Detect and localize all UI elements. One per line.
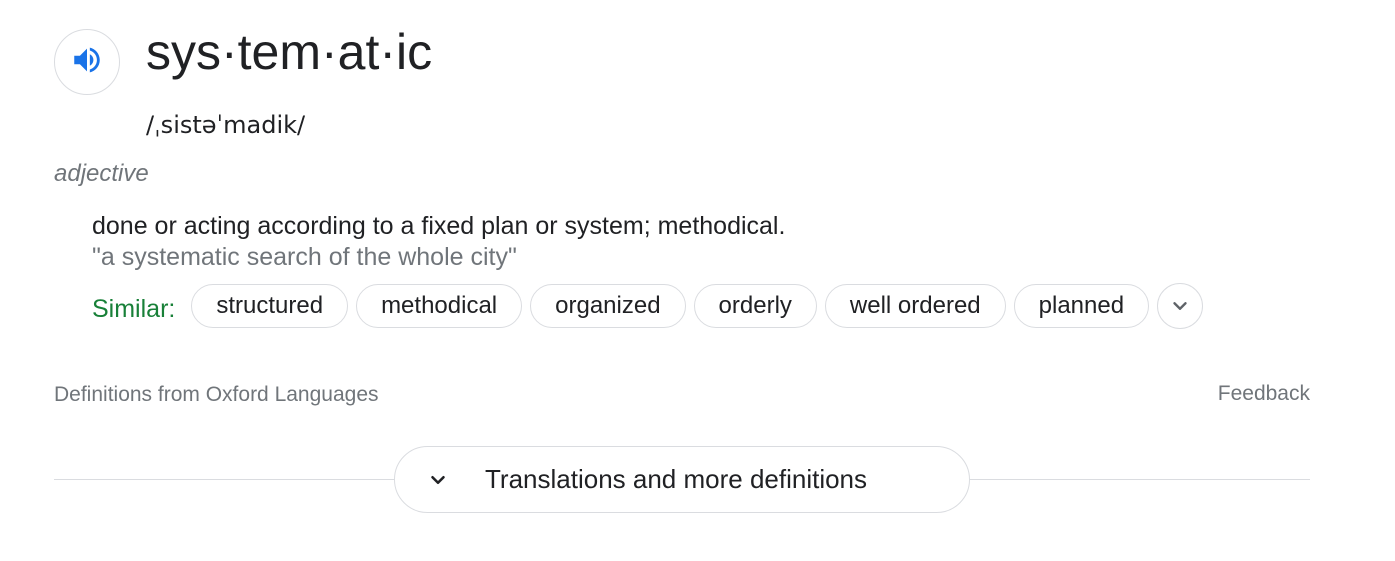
similar-chip[interactable]: structured: [191, 284, 349, 328]
similar-chip[interactable]: planned: [1013, 284, 1150, 328]
pronunciation: /ˌsistəˈmadik/: [146, 111, 306, 139]
translations-more-definitions-button[interactable]: Translations and more definitions: [394, 446, 970, 513]
definitions-source: Definitions from Oxford Languages: [54, 383, 379, 406]
similar-label: Similar:: [92, 295, 176, 323]
play-pronunciation-button[interactable]: [54, 29, 120, 95]
part-of-speech: adjective: [54, 160, 149, 187]
show-more-similar-button[interactable]: [1157, 283, 1204, 329]
chevron-down-icon: [1169, 295, 1191, 317]
similar-words-row: Similar: structured methodical organized…: [92, 283, 1204, 329]
similar-chip[interactable]: orderly: [693, 284, 817, 328]
feedback-link[interactable]: Feedback: [1218, 380, 1310, 408]
headword: sys·tem·at·ic: [146, 24, 433, 80]
similar-chip[interactable]: organized: [530, 284, 686, 328]
similar-chip[interactable]: well ordered: [824, 284, 1006, 328]
translations-button-label: Translations and more definitions: [485, 464, 868, 494]
similar-chip[interactable]: methodical: [356, 284, 523, 328]
chevron-down-icon: [427, 469, 449, 491]
speaker-icon: [70, 43, 104, 82]
definition-text: done or acting according to a fixed plan…: [92, 212, 786, 240]
example-sentence: "a systematic search of the whole city": [92, 243, 517, 271]
